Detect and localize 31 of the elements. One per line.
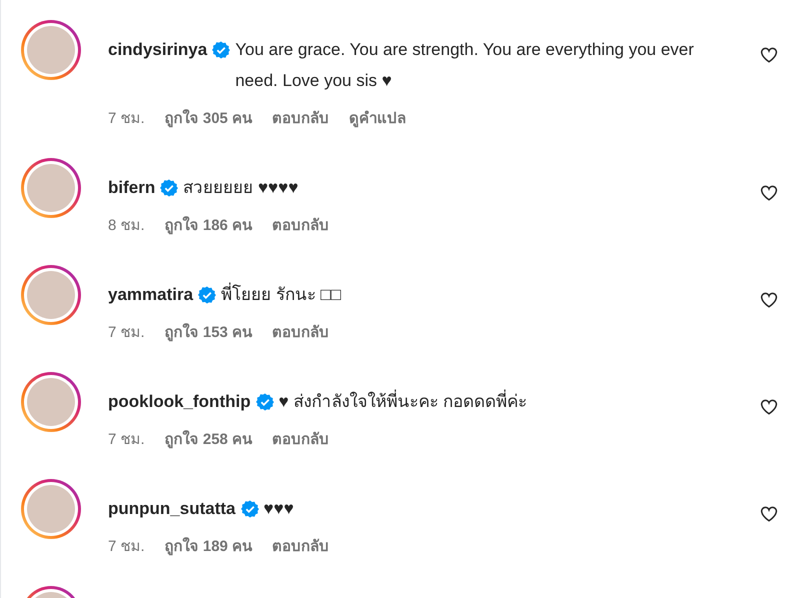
timestamp: 7 ชม. bbox=[108, 430, 145, 450]
like-count-link[interactable]: ถูกใจ 305 คน bbox=[164, 103, 252, 134]
comment-text: พี่โยยย รักนะ □□ bbox=[221, 279, 720, 310]
like-heart-icon[interactable] bbox=[760, 46, 778, 64]
reply-link[interactable]: ตอบกลับ bbox=[272, 531, 330, 562]
username[interactable]: pooklook_fonthip bbox=[108, 386, 251, 417]
username[interactable]: punpun_sutatta bbox=[108, 493, 236, 524]
reply-link[interactable]: ตอบกลับ bbox=[272, 103, 330, 134]
comment-text: You are grace. You are strength. You are everything you ever need. Love you sis ♥ bbox=[235, 39, 695, 92]
timestamp: 8 ชม. bbox=[108, 216, 145, 236]
username[interactable]: cindysirinya bbox=[108, 34, 208, 65]
timestamp: 7 ชม. bbox=[108, 109, 145, 129]
reply-link[interactable]: ตอบกลับ bbox=[272, 424, 330, 455]
like-count-link[interactable]: ถูกใจ 153 คน bbox=[164, 317, 252, 348]
reply-link[interactable]: ตอบกลับ bbox=[272, 317, 330, 348]
timestamp: 7 ชม. bbox=[108, 323, 145, 343]
like-heart-icon[interactable] bbox=[760, 398, 778, 416]
comment-text: สวยยยยย ♥♥♥♥ bbox=[183, 177, 300, 199]
translate-link[interactable]: ดูคำแปล bbox=[349, 103, 406, 134]
like-count-link[interactable]: ถูกใจ 186 คน bbox=[164, 210, 252, 241]
like-heart-icon[interactable] bbox=[760, 291, 778, 309]
comment-text: ♥♥♥ bbox=[264, 498, 295, 520]
reply-link[interactable]: ตอบกลับ bbox=[272, 210, 330, 241]
like-heart-icon[interactable] bbox=[760, 505, 778, 523]
username[interactable]: bifern bbox=[108, 172, 156, 203]
comment-text: ♥ ส่งกำลังใจให้พี่นะคะ กอดดดพี่ค่ะ bbox=[278, 386, 720, 417]
like-count-link[interactable]: ถูกใจ 189 คน bbox=[164, 531, 252, 562]
timestamp: 7 ชม. bbox=[108, 537, 145, 557]
like-heart-icon[interactable] bbox=[760, 184, 778, 202]
username[interactable]: yammatira bbox=[108, 279, 194, 310]
like-count-link[interactable]: ถูกใจ 258 คน bbox=[164, 424, 252, 455]
